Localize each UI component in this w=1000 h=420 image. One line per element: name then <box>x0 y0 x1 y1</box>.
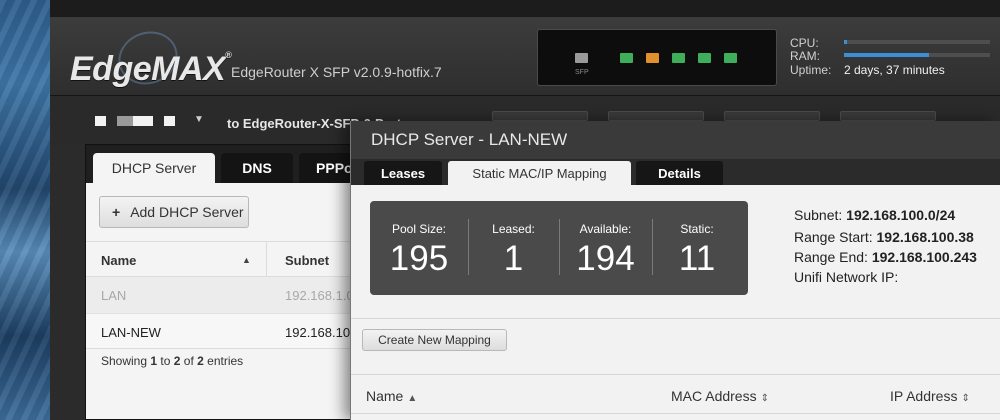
nav-button[interactable] <box>608 111 704 121</box>
ethernet-port-icon <box>698 53 711 63</box>
nav-button[interactable] <box>492 111 588 121</box>
dialog-title: DHCP Server - LAN-NEW <box>351 121 1000 159</box>
cpu-label: CPU: <box>790 36 819 50</box>
stat-label: Static: <box>680 222 714 236</box>
cell-name: LAN <box>101 288 127 303</box>
showing-mid: to <box>157 354 174 368</box>
stat-value: 11 <box>678 239 716 278</box>
info-value: 192.168.100.38 <box>876 229 974 245</box>
desktop-wallpaper <box>0 0 50 420</box>
nav-button[interactable] <box>724 111 820 121</box>
ethernet-port-icon <box>620 53 633 63</box>
cpu-stat: CPU: <box>790 36 990 50</box>
available-stat: Available: 194 <box>559 201 652 295</box>
tab-details[interactable]: Details <box>636 161 723 185</box>
sort-updown-icon: ⇕ <box>961 393 970 404</box>
sort-up-icon: ▲ <box>407 393 418 404</box>
plus-icon: + <box>112 204 121 220</box>
cell-name: LAN-NEW <box>101 325 161 340</box>
stat-value: 194 <box>576 239 635 278</box>
info-value: 192.168.100.0/24 <box>846 207 956 223</box>
dialog-tabs: Leases Static MAC/IP Mapping Details <box>351 159 1000 185</box>
uptime-stat: Uptime: 2 days, 37 minutes <box>790 63 945 77</box>
info-label: Range Start: <box>794 229 873 245</box>
showing-mid: of <box>180 354 198 368</box>
uptime-value: 2 days, 37 minutes <box>844 63 945 77</box>
ethernet-port-icon <box>646 53 659 63</box>
stat-value: 195 <box>389 239 449 278</box>
info-label: Subnet: <box>794 207 843 223</box>
column-header-ip[interactable]: IP Address ⇕ <box>890 388 970 404</box>
dialog-divider <box>351 318 1000 319</box>
header: EdgeMAX® EdgeRouter X SFP v2.0.9-hotfix.… <box>50 18 1000 96</box>
tab-dhcp-server[interactable]: DHCP Server <box>93 153 215 183</box>
tab-leases[interactable]: Leases <box>364 161 442 185</box>
column-header-name[interactable]: Name <box>101 253 136 268</box>
table-info: Showing 1 to 2 of 2 entries <box>101 354 243 368</box>
ram-bar-fill <box>844 53 929 57</box>
column-header-label: IP Address <box>890 388 958 404</box>
ethernet-port-icon <box>672 53 685 63</box>
info-unifi-ip: Unifi Network IP: <box>794 269 898 285</box>
sfp-label: SFP <box>575 69 589 76</box>
sort-updown-icon: ⇕ <box>760 393 769 404</box>
column-header-mac[interactable]: MAC Address ⇕ <box>671 388 769 404</box>
nav-button[interactable] <box>840 111 936 121</box>
pool-size-stat: Pool Size: 195 <box>370 201 468 295</box>
cpu-bar-fill <box>844 40 847 44</box>
column-divider <box>266 242 267 278</box>
services-panel: DHCP Server DNS PPPoE + Add DHCP Server … <box>85 144 386 420</box>
info-value: 192.168.100.243 <box>871 249 977 265</box>
stat-value: 1 <box>503 239 524 278</box>
info-label: Range End: <box>794 249 868 265</box>
tab-dns[interactable]: DNS <box>221 153 293 183</box>
redacted-block <box>133 116 153 126</box>
tab-static-mapping[interactable]: Static MAC/IP Mapping <box>448 161 631 185</box>
redacted-block <box>117 116 133 126</box>
showing-prefix: Showing <box>101 354 151 368</box>
info-range-end: Range End: 192.168.100.243 <box>794 249 977 265</box>
window-top-bar <box>50 0 1000 18</box>
uptime-label: Uptime: <box>790 63 832 77</box>
add-dhcp-server-button[interactable]: + Add DHCP Server <box>99 196 249 228</box>
stat-label: Pool Size: <box>391 222 447 236</box>
leased-stat: Leased: 1 <box>468 201 559 295</box>
add-dhcp-server-label: Add DHCP Server <box>130 204 244 220</box>
ram-bar <box>844 53 990 57</box>
sfp-port-icon <box>575 53 588 63</box>
port-status-panel: SFP <box>537 29 777 86</box>
firmware-version: EdgeRouter X SFP v2.0.9-hotfix.7 <box>231 64 442 80</box>
ram-stat: RAM: <box>790 49 990 63</box>
table-row[interactable]: LAN-NEW 192.168.100.0/24 <box>86 313 386 349</box>
table-header: Name ▲ Subnet <box>86 241 386 278</box>
table-row[interactable]: LAN 192.168.1.0/24 <box>86 277 386 313</box>
dhcp-server-dialog: DHCP Server - LAN-NEW Leases Static MAC/… <box>350 121 1000 420</box>
sort-up-icon[interactable]: ▲ <box>242 255 251 265</box>
redacted-block <box>164 116 175 126</box>
column-header-label: MAC Address <box>671 388 757 404</box>
mapping-table-header: Name ▲ MAC Address ⇕ IP Address ⇕ <box>351 374 1000 414</box>
column-header-subnet[interactable]: Subnet <box>285 253 329 268</box>
pool-summary: Pool Size: 195 Leased: 1 Available: 194 … <box>370 201 748 295</box>
ethernet-port-icon <box>724 53 737 63</box>
info-subnet: Subnet: 192.168.100.0/24 <box>794 207 955 223</box>
trademark-mark: ® <box>225 50 232 60</box>
info-range-start: Range Start: 192.168.100.38 <box>794 229 974 245</box>
static-stat: Static: 11 <box>652 201 742 295</box>
ram-label: RAM: <box>790 49 820 63</box>
create-new-mapping-button[interactable]: Create New Mapping <box>362 329 507 351</box>
redacted-block <box>95 116 106 126</box>
showing-total: 2 <box>197 354 204 368</box>
stat-label: Leased: <box>492 222 535 236</box>
cpu-bar <box>844 40 990 44</box>
brand-logo: EdgeMAX® <box>70 50 232 88</box>
services-tabs: DHCP Server DNS PPPoE <box>86 145 386 183</box>
column-header-name[interactable]: Name ▲ <box>366 388 417 404</box>
info-label: Unifi Network IP: <box>794 269 899 285</box>
chevron-down-icon[interactable]: ▼ <box>194 114 204 125</box>
stat-label: Available: <box>579 222 632 236</box>
showing-suffix: entries <box>203 354 244 368</box>
column-header-label: Name <box>366 388 404 404</box>
